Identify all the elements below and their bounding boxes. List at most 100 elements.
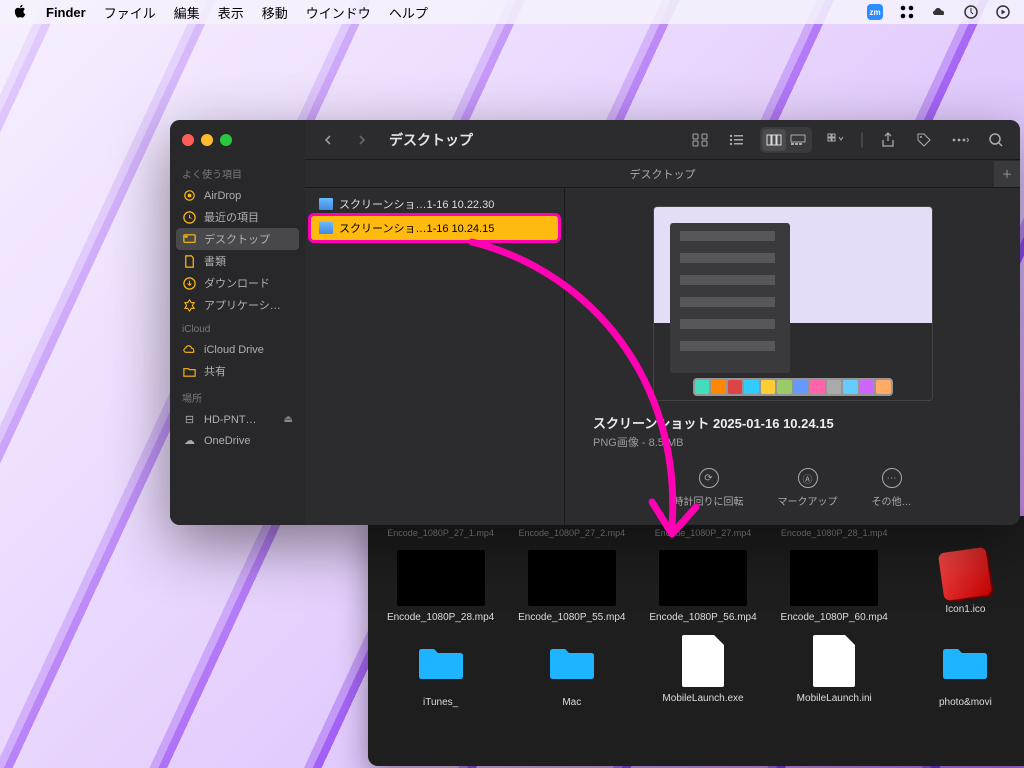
sidebar-item-icloud-drive[interactable]: iCloud Drive (170, 339, 305, 360)
group-button[interactable] (824, 129, 848, 151)
status-icon-3[interactable] (994, 3, 1012, 21)
grid-item-label: Encode_1080P_55.mp4 (518, 612, 625, 623)
menu-edit[interactable]: 編集 (174, 3, 200, 22)
add-tab-button[interactable]: ＋ (994, 161, 1020, 187)
sidebar-item-label: 共有 (204, 363, 226, 379)
grid-item[interactable]: Encode_1080P_56.mp4 (648, 550, 757, 623)
share-button[interactable] (876, 129, 900, 151)
grid-item[interactable]: Encode_1080P_55.mp4 (517, 550, 626, 623)
menu-help[interactable]: ヘルプ (389, 3, 428, 22)
file-row[interactable]: スクリーンショ…1-16 10.22.30 (311, 192, 558, 216)
search-button[interactable] (984, 129, 1008, 151)
view-gallery-button[interactable] (786, 129, 810, 151)
sidebar-item-onedrive[interactable]: ☁OneDrive (170, 430, 305, 451)
markup-action[interactable]: Ⓐ マークアップ (778, 468, 838, 508)
grid-item[interactable]: MobileLaunch.ini (780, 635, 889, 708)
clock-icon (182, 210, 197, 225)
sidebar-item-label: HD-PNT… (204, 414, 257, 426)
menubar: Finder ファイル 編集 表示 移動 ウインドウ ヘルプ zm (0, 0, 1024, 24)
sidebar-item-airdrop[interactable]: AirDrop (170, 185, 305, 206)
markup-icon: Ⓐ (798, 468, 818, 488)
sidebar-item-external-disk[interactable]: ⊟ HD-PNT… ⏏ (170, 409, 305, 430)
file-icon (319, 222, 333, 234)
finder-main: デスクトップ | デスクトップ ＋ スクリーンショ…1-16 10.22.30 … (305, 120, 1020, 525)
disk-icon: ⊟ (182, 412, 197, 427)
window-controls (170, 130, 305, 158)
status-icon-2[interactable] (962, 3, 980, 21)
view-columns-button[interactable] (762, 129, 786, 151)
grid-item-label: photo&movi (939, 697, 992, 708)
preview-thumbnail (653, 206, 933, 401)
doc-icon (182, 254, 197, 269)
sidebar-item-recents[interactable]: 最近の項目 (170, 206, 305, 228)
action-label: マークアップ (778, 493, 838, 508)
more-icon: ⋯ (882, 468, 902, 488)
grid-item-label: Encode_1080P_27_1.mp4 (387, 528, 494, 538)
rotate-action[interactable]: ⟳時計回りに回転 (674, 468, 744, 508)
file-name: スクリーンショ…1-16 10.24.15 (339, 220, 494, 236)
cloud-icon: ☁ (182, 433, 197, 448)
view-icons-button[interactable] (688, 129, 712, 151)
preview-title: スクリーンショット 2025-01-16 10.24.15 (593, 413, 834, 432)
grid-item-label: Encode_1080P_27.mp4 (655, 528, 752, 538)
back-button[interactable] (317, 129, 339, 151)
status-icon-1[interactable] (898, 3, 916, 21)
finder-toolbar: デスクトップ | (305, 120, 1020, 160)
sidebar-item-documents[interactable]: 書類 (170, 250, 305, 272)
action-button[interactable] (948, 129, 972, 151)
eject-icon[interactable]: ⏏ (284, 414, 293, 425)
file-name: スクリーンショ…1-16 10.22.30 (339, 196, 494, 212)
grid-item[interactable]: Encode_1080P_60.mp4 (780, 550, 889, 623)
sidebar-item-label: iCloud Drive (204, 344, 264, 356)
grid-row-2: iTunes_ Mac MobileLaunch.exe MobileLaunc… (376, 629, 1024, 714)
view-list-button[interactable] (724, 129, 748, 151)
app-icon (182, 298, 197, 313)
finder-sidebar: よく使う項目 AirDrop 最近の項目 デスクトップ 書類 ダウンロード アプ… (170, 120, 305, 525)
sidebar-item-label: AirDrop (204, 190, 241, 202)
menu-file[interactable]: ファイル (104, 3, 156, 22)
download-icon (182, 276, 197, 291)
grid-row-1: Encode_1080P_28.mp4 Encode_1080P_55.mp4 … (376, 544, 1024, 629)
menu-window[interactable]: ウインドウ (306, 3, 371, 22)
sidebar-item-label: ダウンロード (204, 275, 270, 291)
window-title: デスクトップ (389, 130, 473, 150)
tag-button[interactable] (912, 129, 936, 151)
preview-column: スクリーンショット 2025-01-16 10.24.15 PNG画像 - 8.… (565, 188, 1020, 525)
grid-item[interactable]: Icon1.ico (911, 550, 1020, 623)
sidebar-section-favorites: よく使う項目 (170, 158, 305, 185)
menu-go[interactable]: 移動 (262, 3, 288, 22)
file-icon (319, 198, 333, 210)
close-button[interactable] (182, 134, 194, 146)
column-view: スクリーンショ…1-16 10.22.30 スクリーンショ…1-16 10.24… (305, 188, 1020, 525)
grid-item[interactable]: Encode_1080P_28.mp4 (386, 550, 495, 623)
sidebar-item-shared[interactable]: 共有 (170, 360, 305, 382)
preview-subtitle: PNG画像 - 8.5 MB (593, 434, 683, 450)
grid-item[interactable]: photo&movi (911, 635, 1020, 708)
grid-item[interactable]: MobileLaunch.exe (648, 635, 757, 708)
grid-item-label: Mac (562, 697, 581, 708)
app-name[interactable]: Finder (46, 5, 86, 20)
zoom-button[interactable] (220, 134, 232, 146)
sidebar-item-apps[interactable]: アプリケーシ… (170, 294, 305, 316)
sidebar-item-desktop[interactable]: デスクトップ (176, 228, 299, 250)
file-row-selected[interactable]: スクリーンショ…1-16 10.24.15 (311, 216, 558, 240)
path-label: デスクトップ (630, 166, 696, 182)
forward-button[interactable] (351, 129, 373, 151)
grid-item[interactable]: iTunes_ (386, 635, 495, 708)
sidebar-section-locations: 場所 (170, 382, 305, 409)
cloud-status-icon[interactable] (930, 3, 948, 21)
more-action[interactable]: ⋯その他… (872, 468, 912, 508)
airdrop-icon (182, 188, 197, 203)
apple-menu-icon[interactable] (12, 3, 28, 22)
zoom-status-icon[interactable]: zm (866, 3, 884, 21)
grid-item-label: Icon1.ico (945, 604, 985, 615)
sidebar-item-downloads[interactable]: ダウンロード (170, 272, 305, 294)
grid-item-label: iTunes_ (423, 697, 458, 708)
background-grid-window: Encode_1080P_27_1.mp4 Encode_1080P_27_2.… (368, 516, 1024, 766)
minimize-button[interactable] (201, 134, 213, 146)
desktop-icon (182, 232, 197, 247)
menu-view[interactable]: 表示 (218, 3, 244, 22)
grid-item[interactable]: Mac (517, 635, 626, 708)
path-bar: デスクトップ ＋ (305, 160, 1020, 188)
sidebar-item-label: アプリケーシ… (204, 297, 281, 313)
